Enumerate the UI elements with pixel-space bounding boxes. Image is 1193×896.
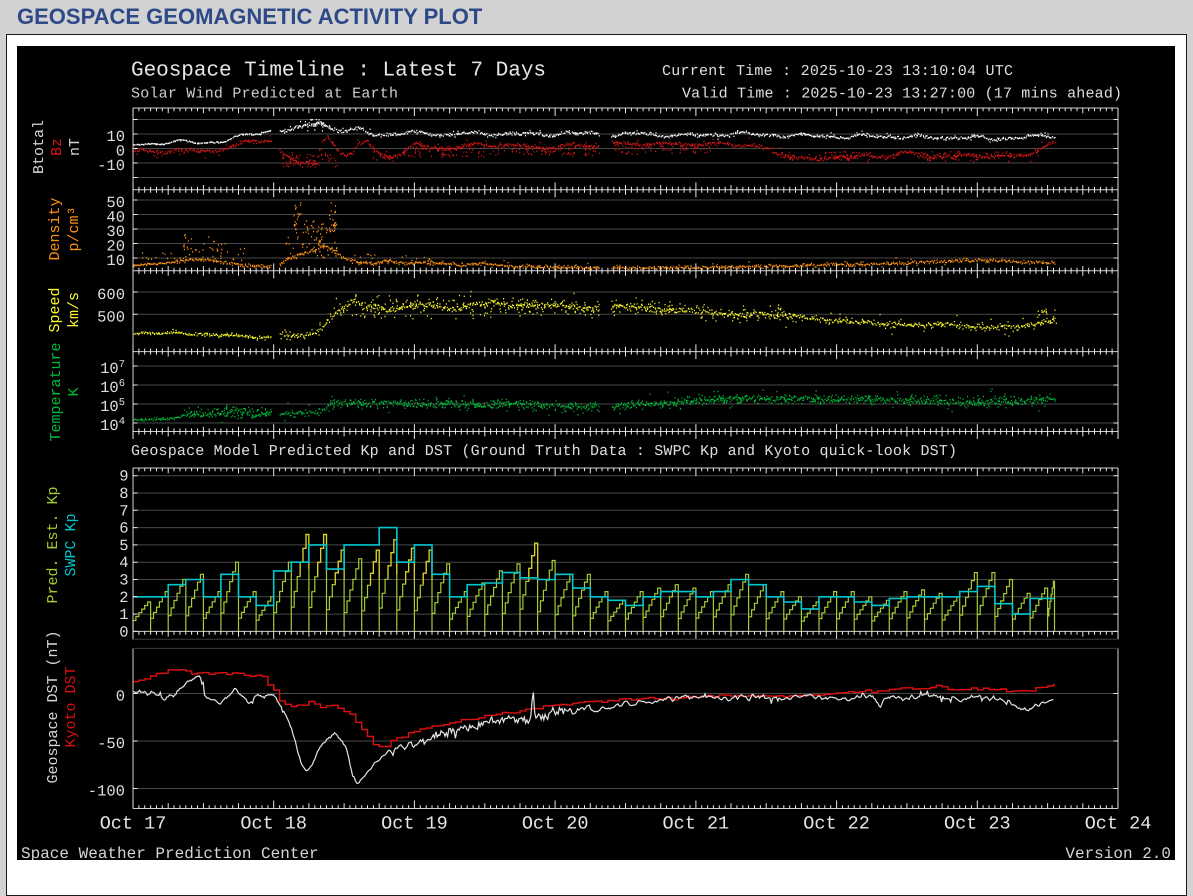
svg-text:Oct 24: Oct 24 — [1085, 814, 1152, 835]
svg-text:Version 2.0: Version 2.0 — [1065, 845, 1171, 860]
svg-text:Speed: Speed — [47, 287, 64, 332]
svg-text:Density: Density — [47, 197, 64, 260]
svg-text:Oct 18: Oct 18 — [240, 814, 307, 835]
svg-text:Temperature: Temperature — [48, 342, 65, 441]
svg-text:Geospace Model Predicted Kp an: Geospace Model Predicted Kp and DST (Gro… — [131, 443, 957, 460]
svg-text:5: 5 — [119, 537, 128, 555]
svg-text:0: 0 — [119, 623, 128, 641]
svg-text:Bz: Bz — [49, 138, 66, 156]
svg-text:SWPC Kp: SWPC Kp — [63, 513, 80, 576]
svg-text:Valid Time : 2025-10-23 13:27:: Valid Time : 2025-10-23 13:27:00 (17 min… — [682, 86, 1122, 103]
svg-text:8: 8 — [119, 485, 128, 503]
svg-text:-100: -100 — [88, 783, 125, 801]
svg-text:7: 7 — [119, 502, 128, 520]
svg-text:Oct 19: Oct 19 — [381, 814, 448, 835]
svg-text:6: 6 — [119, 520, 128, 538]
svg-text:Solar Wind Predicted at Earth: Solar Wind Predicted at Earth — [131, 86, 398, 103]
svg-text:Space Weather Prediction Cente: Space Weather Prediction Center — [21, 845, 319, 860]
svg-text:Oct 22: Oct 22 — [803, 814, 870, 835]
svg-text:0: 0 — [116, 688, 125, 706]
svg-text:Geospace DST (nT): Geospace DST (nT) — [45, 630, 62, 783]
svg-text:p/cm³: p/cm³ — [66, 206, 83, 251]
svg-text:Current Time : 2025-10-23 13:1: Current Time : 2025-10-23 13:10:04 UTC — [662, 63, 1013, 80]
svg-text:Oct 20: Oct 20 — [522, 814, 589, 835]
svg-text:Oct 23: Oct 23 — [944, 814, 1011, 835]
svg-text:-50: -50 — [97, 735, 125, 753]
svg-text:10: 10 — [106, 252, 125, 270]
svg-text:Kyoto DST: Kyoto DST — [63, 666, 80, 747]
svg-text:4: 4 — [119, 554, 128, 572]
svg-text:Oct 17: Oct 17 — [100, 814, 167, 835]
svg-text:-10: -10 — [97, 157, 125, 175]
svg-text:600: 600 — [97, 286, 125, 304]
svg-text:9: 9 — [119, 468, 128, 486]
svg-text:Geospace Timeline : Latest 7 D: Geospace Timeline : Latest 7 Days — [131, 60, 546, 83]
svg-text:km/s: km/s — [66, 292, 83, 328]
svg-text:K: K — [66, 387, 83, 396]
svg-text:nT: nT — [67, 138, 84, 156]
svg-text:Btotal: Btotal — [31, 120, 48, 174]
svg-text:1: 1 — [119, 606, 128, 624]
svg-text:2: 2 — [119, 589, 128, 607]
svg-text:500: 500 — [97, 308, 125, 326]
svg-text:3: 3 — [119, 572, 128, 590]
svg-text:Pred. Est. Kp: Pred. Est. Kp — [45, 486, 62, 603]
svg-text:Oct 21: Oct 21 — [663, 814, 730, 835]
